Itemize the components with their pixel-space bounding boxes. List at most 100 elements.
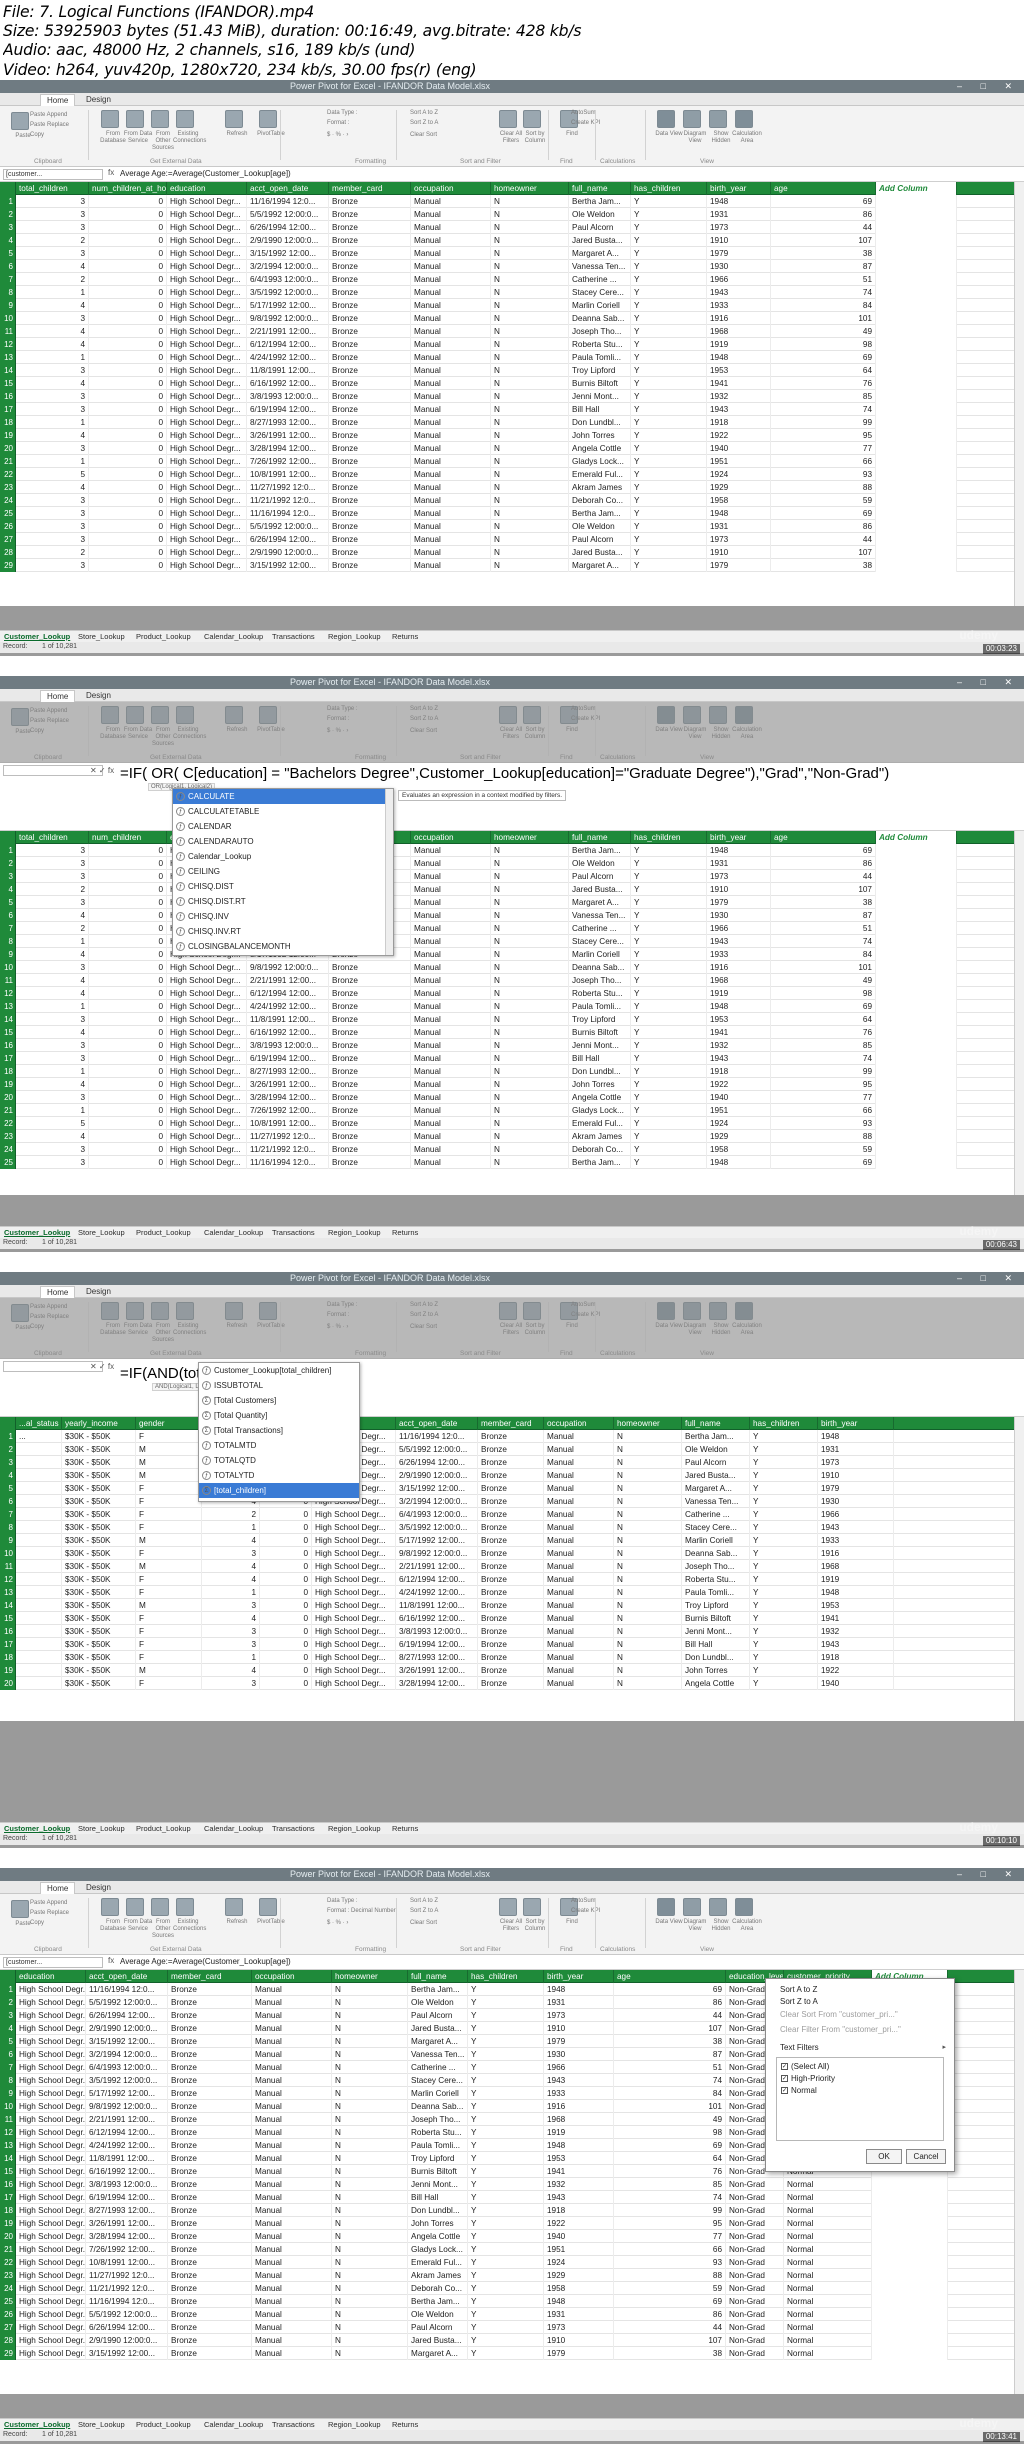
cell-fn[interactable]: John Torres	[408, 2217, 468, 2230]
row-number[interactable]: 13	[0, 2139, 16, 2152]
cell-fn[interactable]: Ole Weldon	[569, 520, 631, 533]
cell-oc[interactable]: Manual	[411, 935, 491, 948]
cell-null[interactable]	[876, 273, 957, 286]
cell-fn[interactable]: Margaret A...	[569, 247, 631, 260]
cell-oc[interactable]: Manual	[411, 312, 491, 325]
cell-by[interactable]: 1968	[707, 325, 771, 338]
row-number[interactable]: 14	[0, 1599, 16, 1612]
table-row[interactable]: 12 4 0 High School Degr... 6/12/1994 12:00..…	[0, 338, 1024, 351]
cell-oc[interactable]: Manual	[411, 468, 491, 481]
window-controls[interactable]: – □ ✕	[957, 1869, 1020, 1880]
connections-button[interactable]: Existing Connections	[173, 110, 206, 154]
cell-by[interactable]: 1948	[707, 1000, 771, 1013]
cell-ed[interactable]: High School Degr...	[167, 468, 247, 481]
cell-by[interactable]: 1930	[707, 260, 771, 273]
cell-null[interactable]	[876, 494, 957, 507]
cell-by[interactable]: 1929	[707, 481, 771, 494]
cell-oc[interactable]: Manual	[252, 1983, 332, 1996]
cell-oc[interactable]: Manual	[252, 1996, 332, 2009]
table-row[interactable]: 940High School Degr...5/17/1992 12:00...…	[0, 948, 1024, 961]
cell-fn[interactable]: Don Lundbl...	[682, 1651, 750, 1664]
cell-ao[interactable]: 11/27/1992 12:0...	[247, 1130, 329, 1143]
cell-fn[interactable]: Stacey Cere...	[569, 935, 631, 948]
cell-mc[interactable]: Bronze	[329, 260, 411, 273]
row-number[interactable]: 18	[0, 1651, 16, 1664]
cell-age[interactable]: 84	[771, 299, 876, 312]
cell-by[interactable]: 1922	[544, 2217, 614, 2230]
cell-ed[interactable]: High School Degr...	[312, 1508, 396, 1521]
cell-fn[interactable]: Marlin Coriell	[682, 1534, 750, 1547]
cell-null[interactable]	[876, 1156, 957, 1169]
cell-cp[interactable]: Normal	[784, 2178, 872, 2191]
cell-oc[interactable]: Manual	[411, 909, 491, 922]
cell-by[interactable]: 1951	[544, 2243, 614, 2256]
cell-mc[interactable]: Bronze	[168, 2347, 252, 2360]
cell-mc[interactable]: Bronze	[478, 1625, 544, 1638]
cell-ms[interactable]	[16, 1586, 62, 1599]
cell-mc[interactable]: Bronze	[329, 299, 411, 312]
cell-fn[interactable]: Jared Busta...	[408, 2022, 468, 2035]
cell-ho[interactable]: N	[491, 857, 569, 870]
ribbon-format[interactable]: Format :	[327, 120, 349, 127]
row-number[interactable]: 12	[0, 338, 16, 351]
cell-inc[interactable]: $30K - $50K	[62, 1430, 136, 1443]
cell-ms[interactable]	[16, 1521, 62, 1534]
cell-fn[interactable]: Roberta Stu...	[569, 338, 631, 351]
cell-null[interactable]	[876, 1104, 957, 1117]
cell-ho[interactable]: N	[332, 2113, 408, 2126]
cell-by[interactable]: 1922	[707, 1078, 771, 1091]
cell-nh[interactable]: 0	[89, 533, 167, 546]
cell-age[interactable]: 38	[614, 2347, 726, 2360]
cell-tc[interactable]: 3	[16, 442, 89, 455]
cell-fn[interactable]: Roberta Stu...	[569, 987, 631, 1000]
cell-oc[interactable]: Manual	[252, 2074, 332, 2087]
cell-ao[interactable]: 2/9/1990 12:00:0...	[86, 2334, 168, 2347]
cell-age[interactable]: 51	[771, 273, 876, 286]
table-row[interactable]: 29 High School Degr... 3/15/1992 12:00... B…	[0, 2347, 1024, 2360]
cell-by[interactable]: 1948	[818, 1586, 894, 1599]
cell-by[interactable]: 1948	[544, 2295, 614, 2308]
cell-ho[interactable]: N	[332, 2308, 408, 2321]
cell-fn[interactable]: Jared Busta...	[569, 546, 631, 559]
cell-oc[interactable]: Manual	[411, 533, 491, 546]
cell-by[interactable]: 1933	[818, 1534, 894, 1547]
cell-oc[interactable]: Manual	[411, 442, 491, 455]
cell-by[interactable]: 1948	[707, 844, 771, 857]
tab-design[interactable]: Design	[80, 690, 117, 702]
table-row[interactable]: 14 $30K - $50K M 3 0 High School Degr... 11/8/…	[0, 1599, 1024, 1612]
sheet-tab-calendar-lookup[interactable]: Calendar_Lookup	[204, 1824, 263, 1833]
cell-age[interactable]: 64	[771, 364, 876, 377]
column-header-has-children[interactable]: has_children	[468, 1970, 544, 1983]
table-row[interactable]: 17 3 0 High School Degr... 6/19/1994 12:00..…	[0, 403, 1024, 416]
cell-mc[interactable]: Bronze	[478, 1638, 544, 1651]
cell-inc[interactable]: $30K - $50K	[62, 1638, 136, 1651]
table-row[interactable]: 3$30K - $50KM30High School Degr...6/26/1…	[0, 1456, 1024, 1469]
cell-tc[interactable]: 1	[202, 1586, 260, 1599]
cell-ho[interactable]: N	[491, 1143, 569, 1156]
cell-age[interactable]: 93	[771, 1117, 876, 1130]
cell-mc[interactable]: Bronze	[329, 961, 411, 974]
cell-mc[interactable]: Bronze	[329, 234, 411, 247]
cell-mc[interactable]: Bronze	[329, 247, 411, 260]
calc-area-button[interactable]: Calculation Area	[732, 110, 762, 154]
cell-hc[interactable]: Y	[631, 325, 707, 338]
table-row[interactable]: 230High School Degr...5/5/1992 12:00:0..…	[0, 857, 1024, 870]
cell-ms[interactable]	[16, 1638, 62, 1651]
diagram-view-button[interactable]: Diagram View	[680, 1898, 706, 1942]
cell-ao[interactable]: 3/15/1992 12:00...	[86, 2035, 168, 2048]
cell-tc[interactable]: 3	[16, 1091, 89, 1104]
cell-by[interactable]: 1966	[544, 2061, 614, 2074]
row-number[interactable]: 2	[0, 857, 16, 870]
cell-by[interactable]: 1968	[707, 974, 771, 987]
table-row[interactable]: 28 High School Degr... 2/9/1990 12:00:0...…	[0, 2334, 1024, 2347]
fx-icon[interactable]: fx	[108, 168, 114, 177]
row-number[interactable]: 9	[0, 299, 16, 312]
autocomplete-item[interactable]: ƒ CEILING	[173, 864, 393, 879]
cell-hc[interactable]: Y	[631, 481, 707, 494]
cell-ho[interactable]: N	[332, 2126, 408, 2139]
cell-age[interactable]: 76	[771, 377, 876, 390]
cell-nh[interactable]: 0	[260, 1521, 312, 1534]
cell-fn[interactable]: Ole Weldon	[569, 208, 631, 221]
cell-by[interactable]: 1918	[544, 2204, 614, 2217]
cell-ao[interactable]: 6/12/1994 12:00...	[396, 1573, 478, 1586]
